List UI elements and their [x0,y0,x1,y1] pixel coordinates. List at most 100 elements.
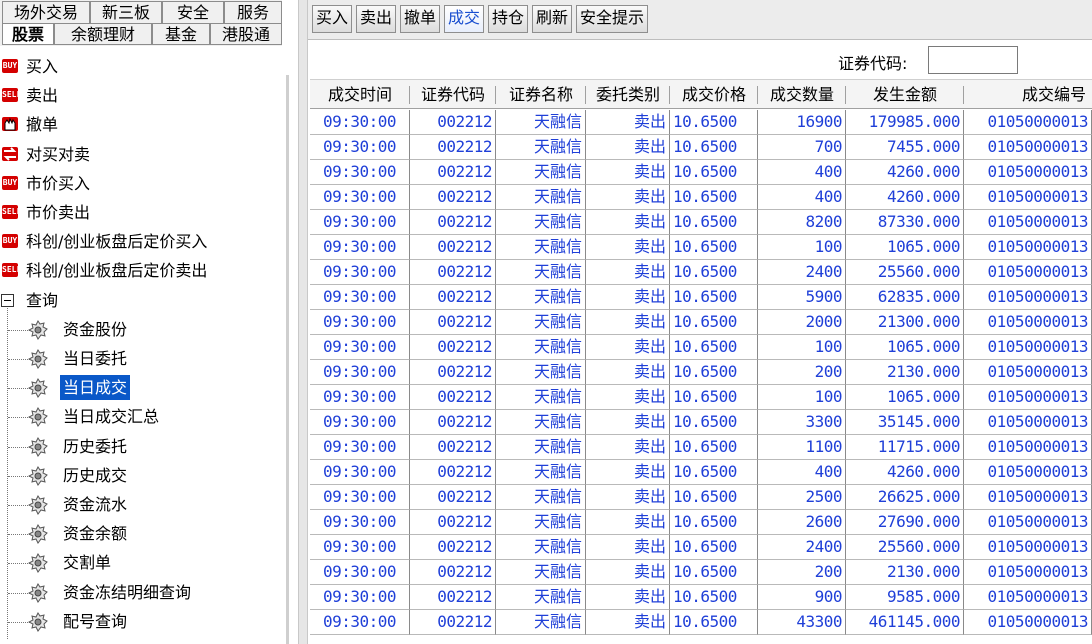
table-row[interactable]: 09:30:00 002212 天融信 卖出 10.6500 100 1065.000 010… [310,235,1092,260]
toolbar: 买入 卖出 撤单 成交 持仓 刷新 安全提示 [308,0,1092,40]
security-code-input[interactable] [928,46,1018,74]
gear-icon [27,524,48,545]
table-cell: 002212 [410,185,496,210]
column-separator[interactable] [585,86,586,104]
table-cell: 天融信 [496,285,586,310]
table-cell: 01050000013 [964,235,1092,260]
table-cell: 01050000013 [964,110,1092,135]
table-cell: 01050000013 [964,435,1092,460]
tab-row2-0[interactable]: 股票 [2,23,54,45]
table-row[interactable]: 09:30:00 002212 天融信 卖出 10.6500 2400 25560.000 0… [310,535,1092,560]
table-row[interactable]: 09:30:00 002212 天融信 卖出 10.6500 700 7455.000 010… [310,135,1092,160]
tree-scrollbar[interactable] [286,75,289,644]
tree-item-label: 市价卖出 [26,203,91,222]
toolbar-button-0[interactable]: 买入 [312,5,352,33]
table-row[interactable]: 09:30:00 002212 天融信 卖出 10.6500 400 4260.000 010… [310,160,1092,185]
column-header[interactable]: 成交价格 [670,80,758,109]
table-cell: 2400 [758,260,846,285]
table-row[interactable]: 09:30:00 002212 天融信 卖出 10.6500 400 4260.000 010… [310,460,1092,485]
table-row[interactable]: 09:30:00 002212 天融信 卖出 10.6500 3300 35145.000 0… [310,410,1092,435]
table-cell: 01050000013 [964,360,1092,385]
tree-subitem-label: 当日委托 [63,349,128,368]
table-row[interactable]: 09:30:00 002212 天融信 卖出 10.6500 100 1065.000 010… [310,385,1092,410]
toolbar-button-2[interactable]: 撤单 [400,5,440,33]
column-separator[interactable] [757,86,758,104]
table-cell: 天融信 [496,110,586,135]
filter-bar: 证券代码: [308,41,1092,79]
gear-icon [27,407,48,428]
tab-row2-3[interactable]: 港股通 [210,23,282,45]
table-row[interactable]: 09:30:00 002212 天融信 卖出 10.6500 200 2130.000 010… [310,560,1092,585]
tree-subitem-label: 历史成交 [63,465,128,485]
table-row[interactable]: 09:30:00 002212 天融信 卖出 10.6500 2500 26625.000 0… [310,485,1092,510]
toolbar-button-1[interactable]: 卖出 [356,5,396,33]
market-tabs: 场外交易 新三板 安全 服务股票 余额理财 基金 港股通 [0,0,282,46]
column-separator[interactable] [669,86,670,104]
table-row[interactable]: 09:30:00 002212 天融信 卖出 10.6500 2000 21300.000 0… [310,310,1092,335]
table-row[interactable]: 09:30:00 002212 天融信 卖出 10.6500 1100 11715.000 0… [310,435,1092,460]
table-cell: 天融信 [496,160,586,185]
table-row[interactable]: 09:30:00 002212 天融信 卖出 10.6500 2400 25560.000 0… [310,260,1092,285]
tree-subitem-label: 资金股份 [63,319,128,339]
column-separator[interactable] [495,86,496,104]
column-header[interactable]: 成交时间 [310,80,410,109]
table-cell: 天融信 [496,310,586,335]
table-row[interactable]: 09:30:00 002212 天融信 卖出 10.6500 43300 461145.00… [310,610,1092,635]
tab-0[interactable]: 场外交易 [2,1,90,23]
table-cell: 09:30:00 [310,385,410,410]
toolbar-button-5[interactable]: 刷新 [532,5,572,33]
table-cell: 09:30:00 [310,560,410,585]
column-header[interactable]: 证券代码 [410,80,496,109]
table-cell: 100 [758,385,846,410]
table-cell: 5900 [758,285,846,310]
table-cell: 10.6500 [670,360,758,385]
column-separator[interactable] [963,86,964,104]
toolbar-button-4[interactable]: 持仓 [488,5,528,33]
table-cell: 10.6500 [670,410,758,435]
table-cell: 09:30:00 [310,310,410,335]
table-row[interactable]: 09:30:00 002212 天融信 卖出 10.6500 200 2130.000 010… [310,360,1092,385]
tree-item-label: 科创/创业板盘后定价卖出 [26,261,208,281]
column-header[interactable]: 成交数量 [758,80,846,109]
panel-divider[interactable] [298,0,308,644]
sell-icon: SELL [2,205,21,219]
table-row[interactable]: 09:30:00 002212 天融信 卖出 10.6500 8200 87330.000 0… [310,210,1092,235]
tab-3[interactable]: 服务 [224,1,282,23]
toolbar-button-6[interactable]: 安全提示 [576,5,648,33]
collapse-icon[interactable] [1,293,14,307]
column-header[interactable]: 证券名称 [496,80,586,109]
table-row[interactable]: 09:30:00 002212 天融信 卖出 10.6500 2600 27690.000 0… [310,510,1092,535]
tree-item-label: 市价买入 [26,173,91,193]
buy-icon: BUY [2,175,18,190]
column-separator[interactable] [409,86,410,104]
tree-branch-line [8,475,30,477]
table-cell: 09:30:00 [310,110,410,135]
table-row[interactable]: 09:30:00 002212 天融信 卖出 10.6500 16900 179985.00… [310,110,1092,135]
table-row[interactable]: 09:30:00 002212 天融信 卖出 10.6500 5900 62835.000 0… [310,285,1092,310]
tree-item-label: 卖出 [26,86,59,106]
tab-row2-1[interactable]: 余额理财 [54,23,152,45]
column-header[interactable]: 发生金额 [846,80,964,109]
table-cell: 35145.000 [846,410,964,435]
table-cell: 3300 [758,410,846,435]
table-cell: 10.6500 [670,285,758,310]
column-separator[interactable] [845,86,846,104]
table-cell: 09:30:00 [310,435,410,460]
toolbar-button-3[interactable]: 成交 [444,5,484,33]
tab-1[interactable]: 新三板 [90,1,162,23]
table-cell: 卖出 [586,160,670,185]
table-cell: 卖出 [586,610,670,635]
table-row[interactable]: 09:30:00 002212 天融信 卖出 10.6500 900 9585.000 010… [310,585,1092,610]
tab-row2-2[interactable]: 基金 [152,23,210,45]
table-cell: 10.6500 [670,310,758,335]
tab-2[interactable]: 安全 [162,1,224,23]
column-header[interactable]: 委托类别 [586,80,670,109]
tree-branch-line [8,359,30,360]
table-cell: 2130.000 [846,560,964,585]
table-row[interactable]: 09:30:00 002212 天融信 卖出 10.6500 400 4260.000 010… [310,185,1092,210]
table-cell: 100 [758,235,846,260]
table-row[interactable]: 09:30:00 002212 天融信 卖出 10.6500 100 1065.000 010… [310,335,1092,360]
gear-icon [27,436,48,457]
table-cell: 01050000013 [964,310,1092,335]
column-header[interactable]: 成交编号 [964,80,1092,109]
